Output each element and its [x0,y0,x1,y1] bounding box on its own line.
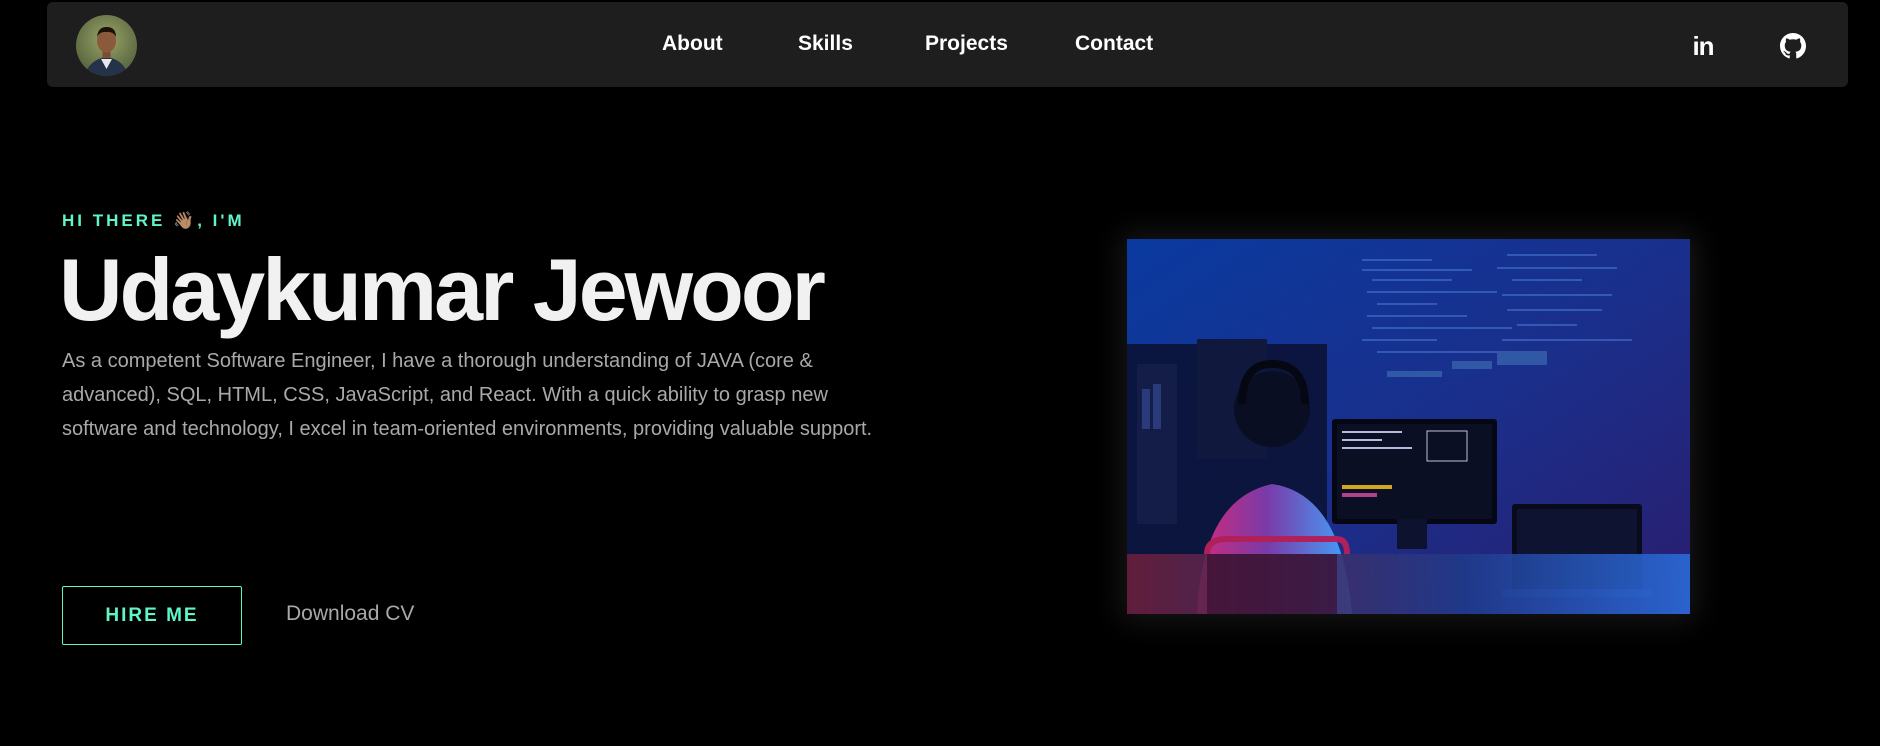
nav-skills[interactable]: Skills [798,30,853,58]
hero-image [1127,239,1690,614]
nav-about[interactable]: About [662,30,723,58]
navbar: About Skills Projects Contact in [47,2,1848,87]
avatar-photo [76,15,137,76]
greeting-text: HI THERE 👋🏽, I'M [62,211,245,230]
download-cv-link[interactable]: Download CV [286,600,414,628]
hire-me-button[interactable]: HIRE ME [62,586,242,645]
nav-contact[interactable]: Contact [1075,30,1153,58]
developer-at-computer-illustration [1127,239,1690,614]
main-nav: About Skills Projects Contact [47,2,1848,87]
avatar[interactable] [76,15,137,76]
hero-name: Udaykumar Jewoor [59,240,826,339]
nav-projects[interactable]: Projects [925,30,1008,58]
github-icon[interactable] [1779,32,1807,60]
hero-bio: As a competent Software Engineer, I have… [62,350,873,440]
linkedin-icon[interactable]: in [1689,32,1717,60]
